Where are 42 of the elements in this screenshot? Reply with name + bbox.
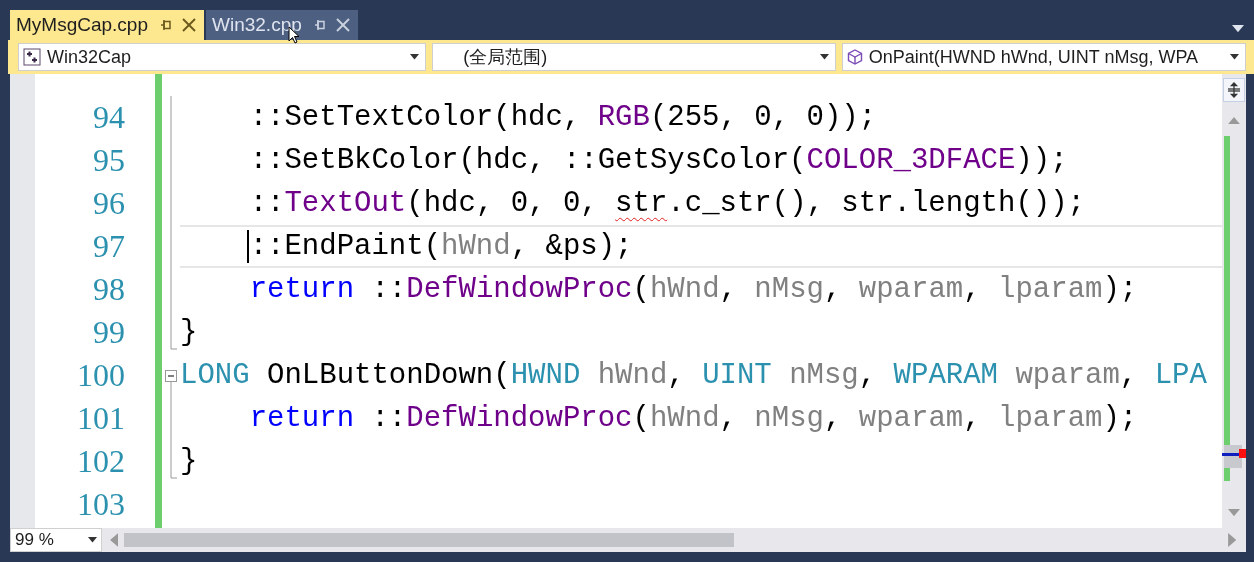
zoom-dropdown[interactable]: 99 % <box>10 528 102 552</box>
code-line: LONG OnLButtonDown(HWND hWnd, UINT nMsg, WPARAM wparam, LPA <box>180 358 1207 394</box>
dropdown-arrow-icon[interactable] <box>1230 54 1239 60</box>
line-number: 100 <box>76 356 126 395</box>
tab-list-dropdown-icon[interactable] <box>1232 24 1244 32</box>
code-line: ::SetTextColor(hdc, RGB(255, 0, 0)); <box>249 100 877 136</box>
member-dropdown[interactable]: OnPaint(HWND hWnd, UINT nMsg, WPA <box>841 43 1246 71</box>
code-line: } <box>180 444 198 480</box>
code-line: return ::DefWindowProc(hWnd, nMsg, wparam, lparam); <box>249 401 1138 437</box>
code-line: } <box>180 315 198 351</box>
line-number: 102 <box>76 442 126 481</box>
dropdown-arrow-icon[interactable] <box>410 54 420 60</box>
line-number: 94 <box>92 98 126 137</box>
line-number: 95 <box>92 141 126 180</box>
code-line: ::TextOut(hdc, 0, 0, str.c_str(), str.length()); <box>249 186 1085 222</box>
code-line: ::EndPaint(hWnd, &ps); <box>249 229 633 265</box>
code-line: return ::DefWindowProc(hWnd, nMsg, wparam, lparam); <box>249 272 1138 308</box>
pin-icon[interactable] <box>313 19 326 31</box>
cube-icon <box>846 49 863 65</box>
line-number: 99 <box>92 313 126 352</box>
scrollbar-thumb[interactable] <box>124 533 735 547</box>
line-number: 98 <box>92 270 126 309</box>
caret-position-marker <box>1222 453 1240 456</box>
text-cursor <box>246 230 249 263</box>
line-number: 103 <box>76 485 126 524</box>
code-line: ::SetBkColor(hdc, ::GetSysColor(COLOR_3DFACE)); <box>249 143 1068 179</box>
line-number: 96 <box>92 184 126 223</box>
dropdown-arrow-icon[interactable] <box>819 54 829 60</box>
dropdown-arrow-icon[interactable] <box>88 537 97 543</box>
file-tab[interactable]: MyMsgCap.cpp <box>10 10 204 40</box>
error-marker <box>1239 449 1246 458</box>
line-number: 97 <box>92 227 126 266</box>
close-icon[interactable] <box>182 18 196 32</box>
scope-dropdown[interactable]: (全局范围) <box>432 43 836 71</box>
file-tab[interactable]: Win32.cpp <box>206 10 358 40</box>
pin-icon[interactable] <box>160 19 172 31</box>
project-dropdown[interactable]: Win32Cap <box>18 43 427 71</box>
split-window-button[interactable] <box>1223 78 1245 102</box>
line-number: 101 <box>76 399 126 438</box>
split-icon <box>1227 82 1241 98</box>
class-icon <box>23 48 41 66</box>
collapse-icon[interactable] <box>165 369 177 382</box>
